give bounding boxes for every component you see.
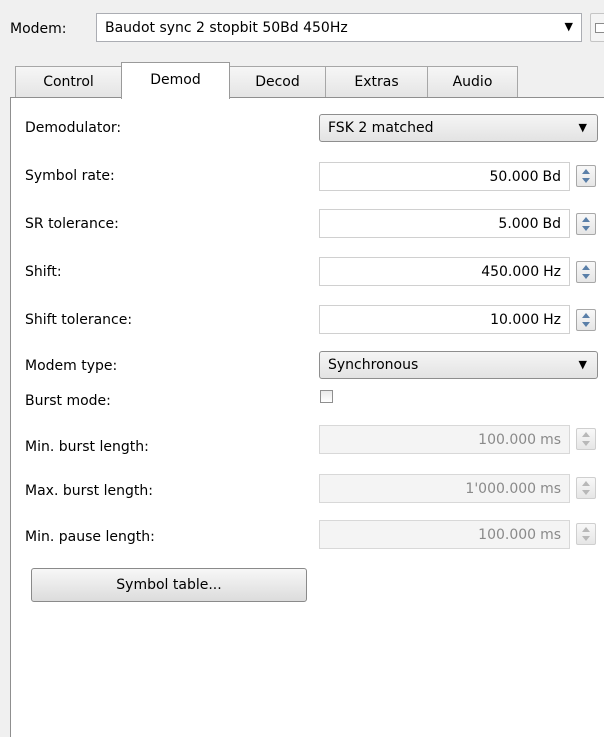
min-burst-input[interactable]: 100.000 ms [319,425,570,454]
min-pause-input[interactable]: 100.000 ms [319,520,570,549]
chevron-down-icon: ▼ [578,358,587,371]
symbol-rate-label: Symbol rate: [25,168,115,184]
modem-select[interactable]: Baudot sync 2 stopbit 50Bd 450Hz ▼ [96,13,582,42]
symbol-table-label: Symbol table... [116,577,222,593]
min-burst-label: Min. burst length: [25,439,149,455]
demodulator-value: FSK 2 matched [328,120,434,136]
demod-panel [10,97,604,737]
min-burst-spinner[interactable] [576,428,596,450]
demodulator-label: Demodulator: [25,120,122,136]
tab-label: Decod [255,74,300,90]
max-burst-value: 1'000.000 [465,481,537,497]
symbol-table-button[interactable]: Symbol table... [31,568,307,602]
tab-control[interactable]: Control [15,66,122,98]
min-pause-label: Min. pause length: [25,529,155,545]
sr-tolerance-label: SR tolerance: [25,216,119,232]
min-burst-unit: ms [540,432,561,448]
shift-tolerance-label: Shift tolerance: [25,312,133,328]
shift-input[interactable]: 450.000 Hz [319,257,570,286]
burst-mode-label: Burst mode: [25,393,111,409]
modem-type-value: Synchronous [328,357,419,373]
symbol-rate-value: 50.000 [489,169,539,185]
window-edge-button[interactable] [590,13,604,42]
max-burst-label: Max. burst length: [25,483,153,499]
burst-mode-checkbox[interactable] [320,390,333,403]
min-pause-unit: ms [540,527,561,543]
shift-tolerance-unit: Hz [543,312,561,328]
shift-tolerance-spinner[interactable] [576,309,596,331]
tab-decod[interactable]: Decod [229,66,326,98]
tab-audio[interactable]: Audio [427,66,518,98]
sr-tolerance-unit: Bd [542,216,562,232]
symbol-rate-unit: Bd [542,169,562,185]
max-burst-input[interactable]: 1'000.000 ms [319,474,570,503]
demodulator-select[interactable]: FSK 2 matched ▼ [319,114,598,142]
shift-spinner[interactable] [576,261,596,283]
modem-value: Baudot sync 2 stopbit 50Bd 450Hz [105,20,348,36]
sr-tolerance-spinner[interactable] [576,213,596,235]
modem-type-label: Modem type: [25,358,118,374]
symbol-rate-spinner[interactable] [576,165,596,187]
min-pause-spinner[interactable] [576,523,596,545]
max-burst-spinner[interactable] [576,477,596,499]
sr-tolerance-value: 5.000 [498,216,539,232]
tab-label: Control [43,74,94,90]
shift-tolerance-value: 10.000 [490,312,540,328]
min-burst-value: 100.000 [478,432,537,448]
tab-label: Audio [452,74,493,90]
tab-demod[interactable]: Demod [121,62,230,99]
shift-label: Shift: [25,264,62,280]
tab-label: Extras [354,74,399,90]
min-pause-value: 100.000 [478,527,537,543]
modem-label: Modem: [10,21,67,37]
max-burst-unit: ms [540,481,561,497]
shift-value: 450.000 [481,264,540,280]
shift-tolerance-input[interactable]: 10.000 Hz [319,305,570,334]
chevron-down-icon: ▼ [578,121,587,134]
shift-unit: Hz [543,264,561,280]
modem-type-select[interactable]: Synchronous ▼ [319,351,598,379]
tab-extras[interactable]: Extras [325,66,428,98]
chevron-down-icon: ▼ [564,20,573,33]
sr-tolerance-input[interactable]: 5.000 Bd [319,209,570,238]
tab-label: Demod [150,72,201,88]
symbol-rate-input[interactable]: 50.000 Bd [319,162,570,191]
